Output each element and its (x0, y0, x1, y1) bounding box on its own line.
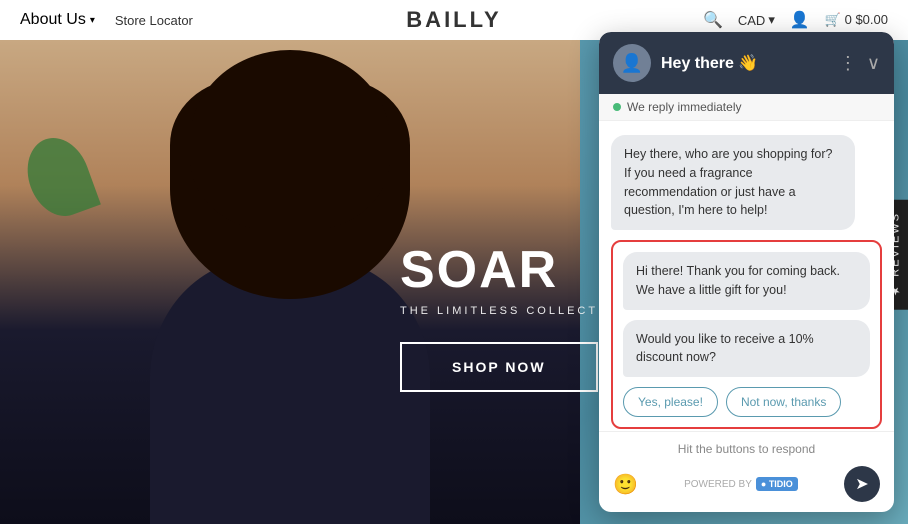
powered-by-text: POWERED BY (684, 479, 752, 490)
chat-title: Hey there 👋 (661, 53, 829, 73)
search-icon[interactable]: 🔍 (703, 10, 723, 30)
message-2: Hi there! Thank you for coming back. We … (623, 252, 870, 310)
online-indicator (613, 103, 621, 111)
avatar-icon: 👤 (621, 53, 643, 74)
currency-label: CAD (738, 13, 765, 28)
shop-now-button[interactable]: SHOP NOW (400, 342, 598, 392)
highlighted-offer-section: Hi there! Thank you for coming back. We … (611, 240, 882, 429)
chat-footer: Hit the buttons to respond 🙂 POWERED BY … (599, 431, 894, 512)
chat-messages: Hey there, who are you shopping for? If … (599, 121, 894, 431)
account-icon[interactable]: 👤 (790, 10, 810, 30)
footer-hint-text: Hit the buttons to respond (613, 442, 880, 456)
chat-header: 👤 Hey there 👋 ⋮ ∨ (599, 32, 894, 94)
tidio-logo: ● TIDIO (756, 477, 798, 491)
powered-by: POWERED BY ● TIDIO (684, 477, 798, 491)
hero-section: SOAR THE LIMITLESS COLLECTION SHOP NOW (400, 240, 627, 392)
currency-chevron-icon: ▾ (768, 12, 775, 28)
brand-logo[interactable]: BAILLY (406, 7, 501, 33)
not-now-button[interactable]: Not now, thanks (726, 387, 841, 417)
chat-status-bar: We reply immediately (599, 94, 894, 121)
message-1: Hey there, who are you shopping for? If … (611, 135, 855, 230)
chat-widget: 👤 Hey there 👋 ⋮ ∨ We reply immediately H… (599, 32, 894, 512)
about-us-chevron-icon: ▾ (90, 15, 95, 26)
about-us-label: About Us (20, 11, 86, 29)
avatar: 👤 (613, 44, 651, 82)
message-3: Would you like to receive a 10% discount… (623, 320, 870, 378)
about-us-menu[interactable]: About Us ▾ (20, 11, 95, 29)
yes-please-button[interactable]: Yes, please! (623, 387, 718, 417)
more-options-button[interactable]: ⋮ (839, 53, 857, 74)
cart-info[interactable]: 🛒 0 $0.00 (825, 12, 888, 28)
currency-selector[interactable]: CAD ▾ (738, 12, 775, 28)
chat-action-buttons: Yes, please! Not now, thanks (623, 387, 870, 417)
store-locator-link[interactable]: Store Locator (115, 13, 193, 28)
hero-subtitle: THE LIMITLESS COLLECTION (400, 305, 627, 317)
minimize-button[interactable]: ∨ (867, 53, 880, 74)
send-button[interactable]: ➤ (844, 466, 880, 502)
status-text: We reply immediately (627, 100, 741, 114)
hero-title: SOAR (400, 240, 627, 300)
emoji-button[interactable]: 🙂 (613, 472, 638, 497)
